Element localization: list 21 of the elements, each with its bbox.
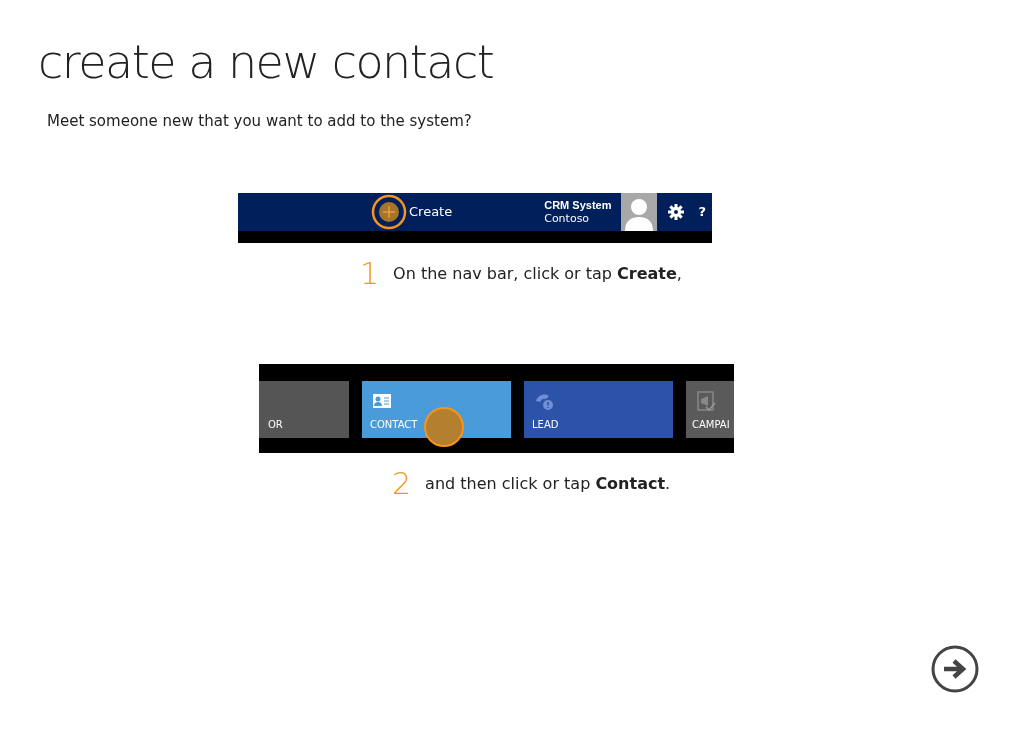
tile[interactable]: OR [259,380,349,438]
org-subtitle: Contoso [544,211,591,225]
org-name: CRM System [544,198,612,212]
step-text: On the nav bar, click or tap Create, [393,262,682,285]
step-number: 1 [360,258,380,289]
create-button[interactable]: Create [375,197,453,226]
next-button[interactable] [930,644,980,694]
step-text: and then click or tap Contact. [425,472,671,495]
tile-label: LEAD [532,417,559,432]
subtitle: Meet someone new that you want to add to the system? [47,111,473,132]
help-button[interactable]: ? [698,201,706,222]
tile[interactable]: CAMPAI [686,380,734,438]
step-number: 2 [392,468,412,499]
settings-icon [668,203,685,220]
megaphone-icon [696,390,716,411]
tile-label: CONTACT [370,417,418,432]
tile[interactable]: LEAD [524,380,673,438]
page-title: create a new contact [38,34,495,91]
arrow-right-icon [930,644,980,694]
avatar-icon [621,192,658,231]
tile-label: CAMPAI [692,417,730,432]
